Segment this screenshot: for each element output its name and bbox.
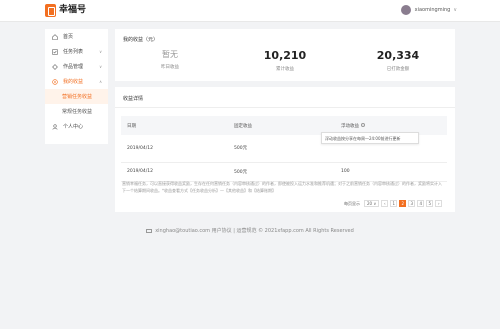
footer: xinghao@toutiao.com 用户协议 | 运营规范 © 2021xf…	[0, 227, 500, 234]
mail-icon	[146, 228, 153, 233]
page-size-label: 每页显示	[344, 200, 360, 206]
stat-paid: 20,334 已打款金额	[348, 49, 448, 72]
stat-label: 累计收益	[276, 67, 294, 72]
stat-value: 10,210	[263, 49, 307, 62]
cell-fixed: 500元	[234, 146, 248, 152]
cell-date: 2019/04/12	[127, 145, 153, 151]
home-icon	[52, 33, 58, 40]
page-size-value: 20	[367, 201, 373, 206]
pagination: 每页显示 20 ∨ ‹ 1 2 3 4 5 ›	[344, 200, 443, 207]
page-button-current[interactable]: 2	[399, 200, 407, 207]
sidebar-item-home[interactable]: 首页	[45, 29, 108, 44]
summary-title: 我的收益（元）	[123, 37, 159, 43]
page-button[interactable]: 1	[390, 200, 398, 207]
stat-label: 昨日收益	[161, 65, 179, 70]
stat-total: 10,210 累计收益	[235, 49, 335, 72]
earnings-icon	[52, 78, 58, 85]
summary-card: 我的收益（元） 暂无 昨日收益 10,210 累计收益 20,334 已打款金额	[115, 29, 455, 81]
sidebar-item-label: 任务列表	[63, 49, 84, 55]
page-button[interactable]: 3	[408, 200, 416, 207]
stat-yesterday: 暂无 昨日收益	[120, 49, 220, 70]
floating-earnings-tooltip: 浮动收益按分享在每周一24:00前进行更新	[321, 132, 419, 144]
avatar	[400, 5, 411, 15]
next-page-button[interactable]: ›	[435, 200, 443, 207]
detail-title: 收益详情	[123, 96, 144, 102]
sidebar-item-earnings[interactable]: 我的收益 ∧	[45, 74, 108, 89]
col-header-floating-label: 浮动收益	[341, 123, 359, 129]
stat-label: 已打款金额	[386, 67, 410, 72]
username: xiaomingming	[414, 7, 451, 13]
page-size-select[interactable]: 20 ∨	[364, 200, 380, 207]
logo-text: 幸福号	[59, 5, 87, 15]
info-icon[interactable]	[361, 123, 366, 127]
sidebar-item-tasks[interactable]: 任务列表 ∨	[45, 44, 108, 59]
stat-value: 暂无	[162, 50, 178, 59]
sidebar-item-regular-earnings[interactable]: 常规任务收益	[45, 104, 108, 119]
col-header-fixed: 固定收益	[228, 116, 335, 135]
cell-floating: 100	[341, 169, 350, 174]
chevron-down-icon: ∨	[453, 7, 457, 13]
prev-page-button[interactable]: ‹	[381, 200, 389, 207]
top-bar: 幸福号 xiaomingming ∨	[0, 0, 500, 22]
sidebar-item-profile[interactable]: 个人中心	[45, 119, 108, 134]
logo-icon	[45, 4, 56, 17]
user-menu[interactable]: xiaomingming ∨	[400, 5, 457, 15]
user-icon	[52, 123, 58, 130]
sidebar-item-label: 营销任务收益	[62, 94, 93, 100]
sidebar-item-label: 首页	[63, 34, 74, 40]
footer-text: xinghao@toutiao.com 用户协议 | 运营规范 © 2021xf…	[155, 228, 354, 234]
cell-fixed: 500元	[234, 169, 248, 175]
col-header-date: 日期	[121, 116, 228, 135]
stat-value: 20,334	[376, 49, 420, 62]
sidebar-item-label: 常规任务收益	[62, 109, 93, 115]
table-row: 2019/04/12 500元 100	[121, 162, 447, 181]
sidebar-item-works[interactable]: 作品管理 ∨	[45, 59, 108, 74]
chevron-down-icon: ∨	[99, 49, 102, 54]
chevron-up-icon: ∧	[99, 79, 102, 84]
sidebar-item-marketing-earnings[interactable]: 营销任务收益	[45, 89, 108, 104]
chevron-down-icon: ∨	[99, 64, 102, 69]
works-icon	[52, 63, 58, 70]
earnings-table: 日期 固定收益 浮动收益 2019/04/12 500元 2019/04/12 …	[121, 116, 447, 182]
page-button[interactable]: 5	[426, 200, 434, 207]
cell-date: 2019/04/12	[127, 169, 153, 174]
sidebar-item-label: 我的收益	[63, 79, 84, 85]
sidebar: 首页 任务列表 ∨ 作品管理 ∨ 我的收益 ∧ 营销任务收益 常规任务收益 个人…	[45, 29, 108, 144]
sidebar-item-label: 个人中心	[63, 124, 84, 130]
page-button[interactable]: 4	[417, 200, 425, 207]
logo[interactable]: 幸福号	[45, 4, 86, 17]
earnings-note: 营销幸福任务，可以直接获得收益奖励，生存在任何营销任务（内容审核通过）的作者，即…	[122, 181, 442, 193]
sidebar-item-label: 作品管理	[63, 64, 84, 70]
task-icon	[52, 48, 58, 55]
